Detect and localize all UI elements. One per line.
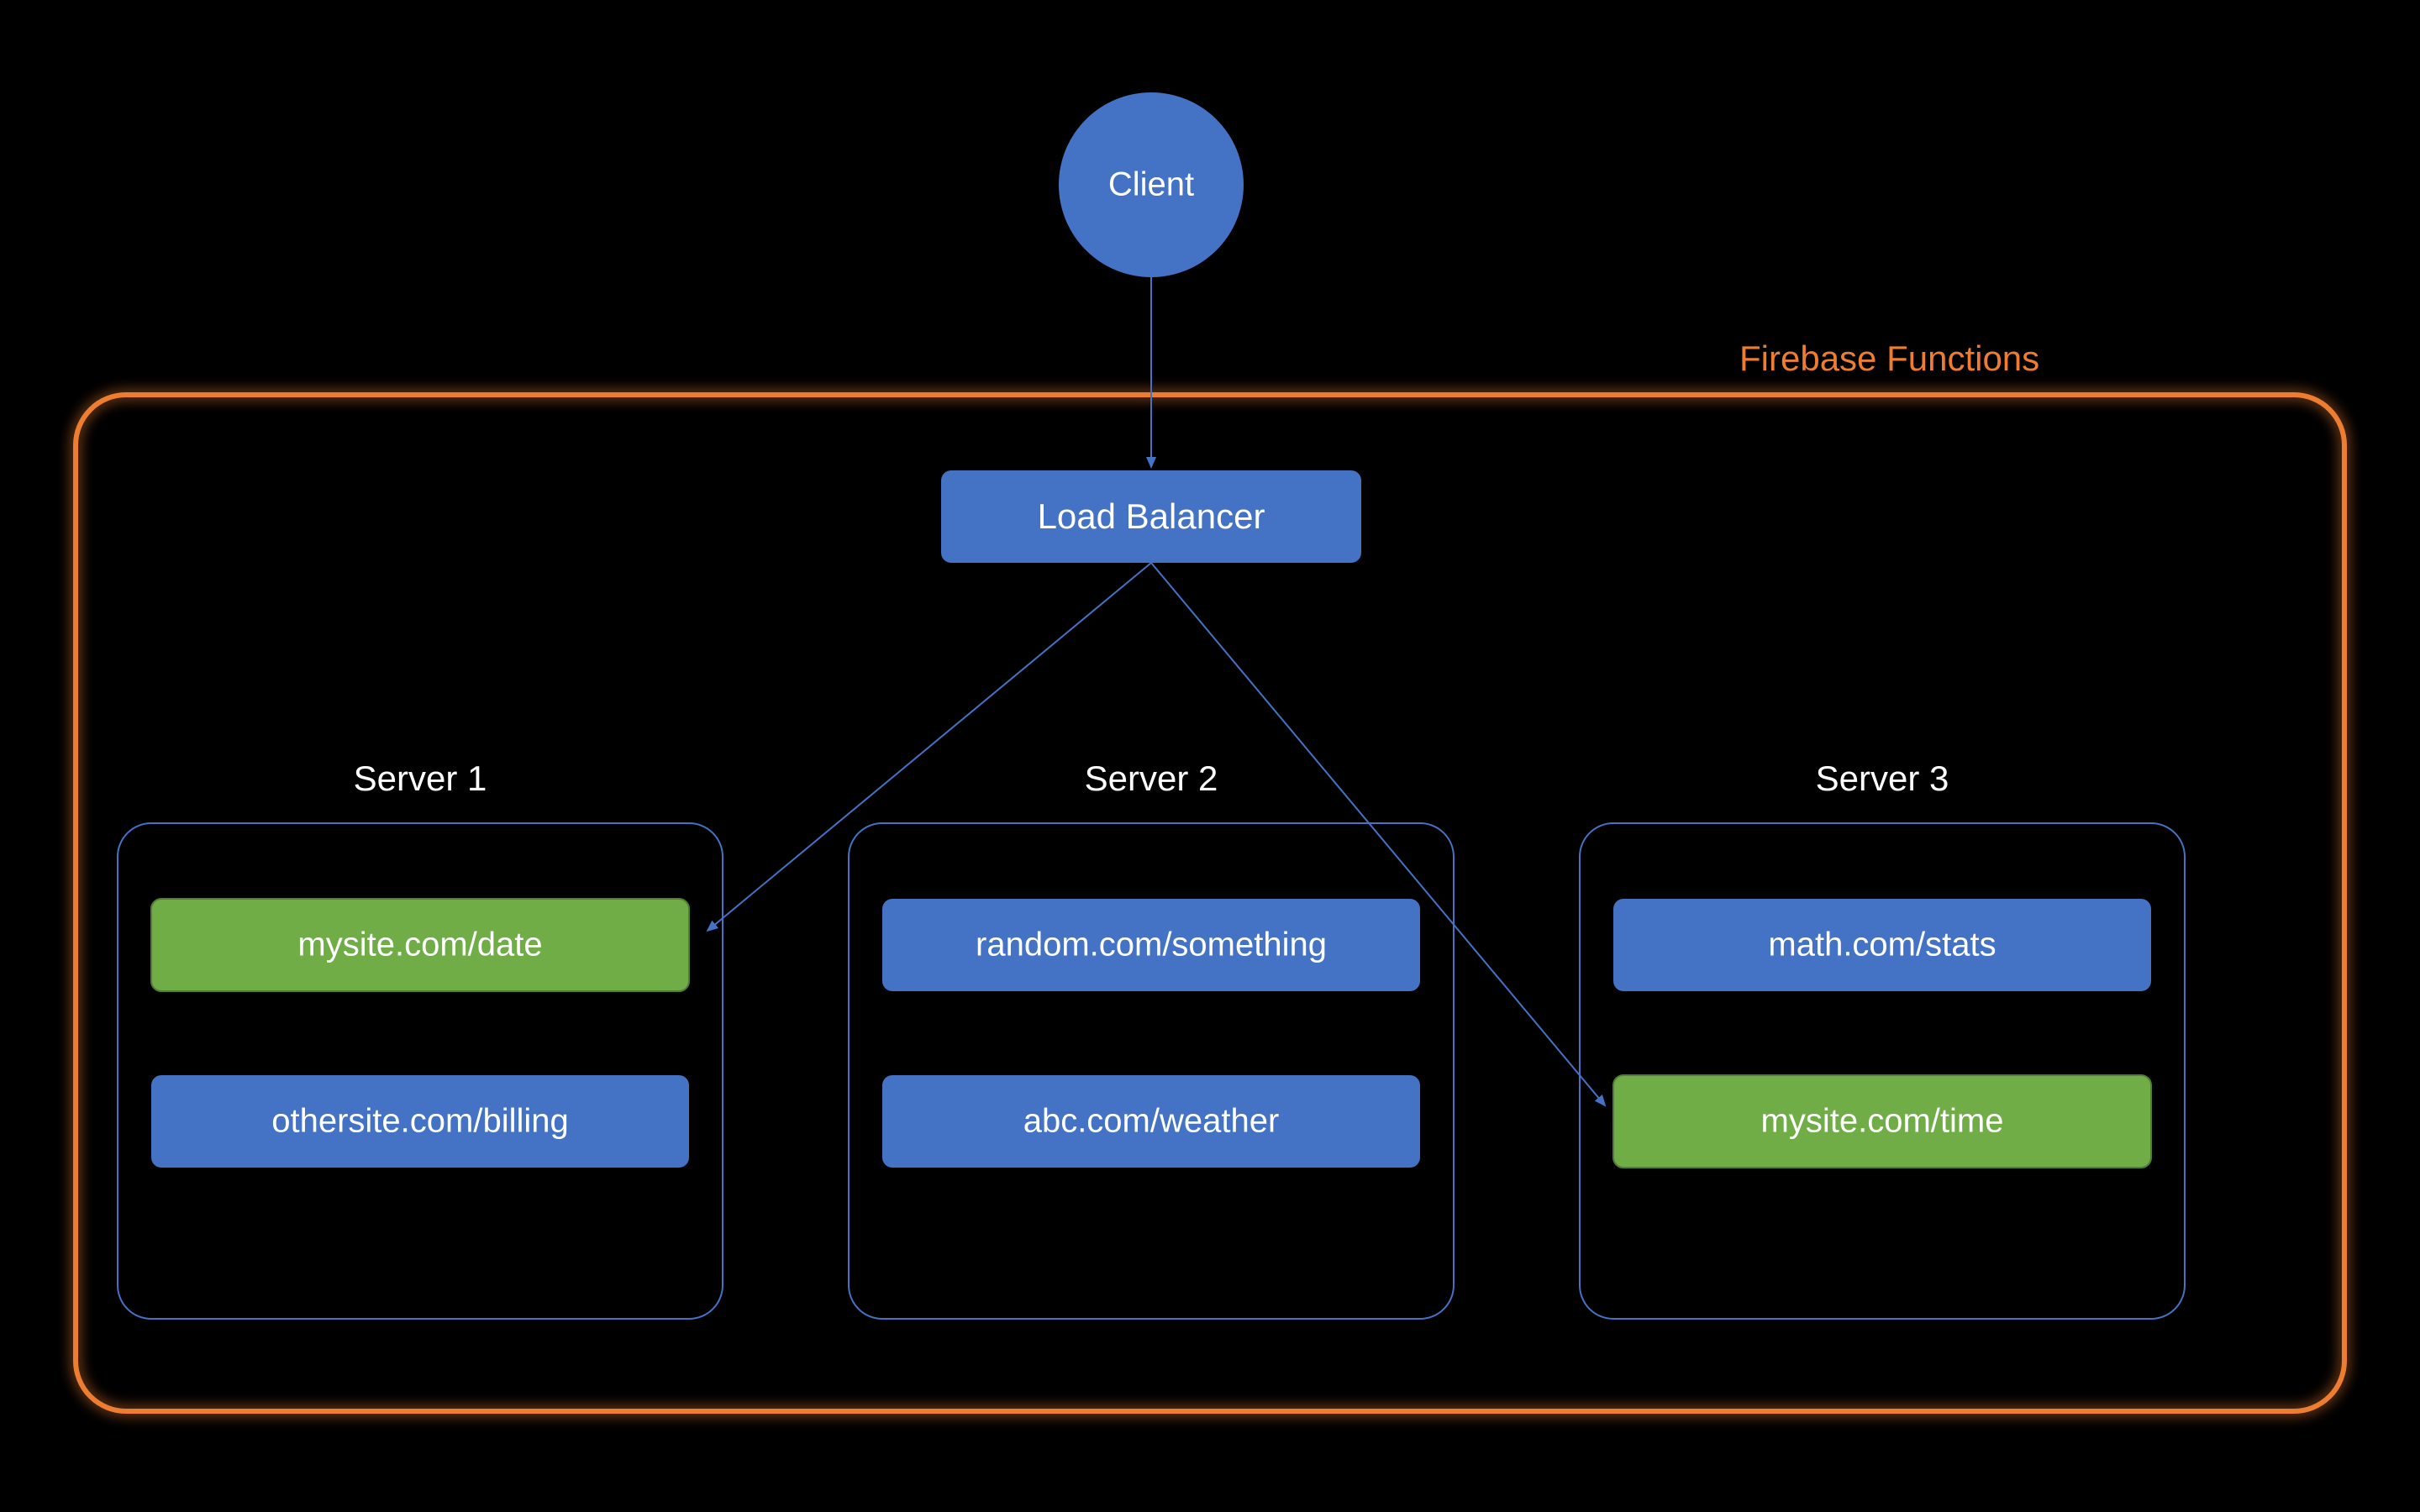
function-label: random.com/something xyxy=(976,927,1327,963)
server-box xyxy=(118,823,723,1319)
server-title: Server 1 xyxy=(354,759,487,798)
client-label: Client xyxy=(1108,166,1194,203)
server-box xyxy=(1580,823,2185,1319)
arrow-lb-to-server1-fn0 xyxy=(708,563,1151,931)
function-label: othersite.com/billing xyxy=(271,1103,569,1140)
server-group: Server 1 mysite.com/date othersite.com/bil… xyxy=(118,759,723,1319)
load-balancer-label: Load Balancer xyxy=(1038,496,1265,536)
server-title: Server 2 xyxy=(1085,759,1218,798)
arrow-lb-to-server3-fn1 xyxy=(1151,563,1605,1105)
firebase-label: Firebase Functions xyxy=(1739,339,2039,378)
load-balancer-node: Load Balancer xyxy=(941,470,1361,563)
server-group: Server 2 random.com/something abc.com/weat… xyxy=(849,759,1454,1319)
server-title: Server 3 xyxy=(1816,759,1949,798)
function-label: mysite.com/time xyxy=(1761,1103,2004,1140)
server-group: Server 3 math.com/stats mysite.com/time xyxy=(1580,759,2185,1319)
server-box xyxy=(849,823,1454,1319)
function-label: abc.com/weather xyxy=(1023,1103,1280,1140)
client-node: Client xyxy=(1059,92,1244,277)
function-label: math.com/stats xyxy=(1768,927,1996,963)
function-label: mysite.com/date xyxy=(297,927,542,963)
